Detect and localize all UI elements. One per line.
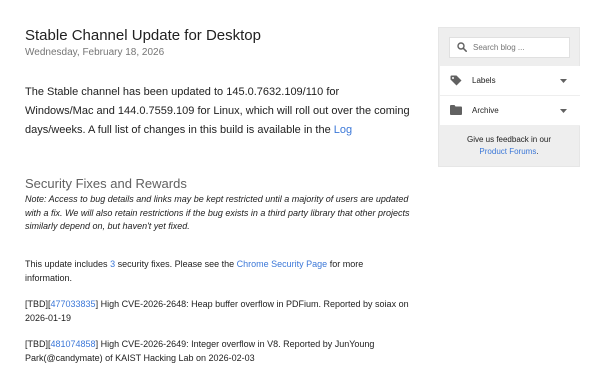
summary-middle: security fixes. Please see the bbox=[115, 259, 237, 269]
archive-label: Archive bbox=[472, 106, 499, 115]
archive-dropdown[interactable]: Archive bbox=[440, 96, 580, 126]
log-link[interactable]: Log bbox=[334, 124, 352, 136]
post-intro: The Stable channel has been updated to 1… bbox=[25, 83, 410, 140]
label-icon bbox=[450, 75, 462, 86]
security-summary: This update includes 3 security fixes. P… bbox=[25, 258, 410, 285]
feedback-text: Give us feedback in our bbox=[466, 135, 552, 144]
sidebar: Labels Archive Give us feedback in our P… bbox=[438, 27, 580, 167]
search-icon bbox=[457, 42, 467, 52]
chevron-down-icon bbox=[560, 109, 567, 113]
post-title[interactable]: Stable Channel Update for Desktop bbox=[25, 27, 261, 44]
chevron-down-icon bbox=[560, 79, 567, 83]
summary-prefix: This update includes bbox=[25, 259, 111, 269]
labels-label: Labels bbox=[472, 76, 496, 85]
security-fix-item: [TBD][481074858] High CVE-2026-2649: Int… bbox=[25, 338, 410, 365]
security-note: Note: Access to bug details and links ma… bbox=[25, 194, 410, 231]
fix-prefix: [TBD][ bbox=[25, 299, 51, 309]
bug-link[interactable]: 481074858 bbox=[51, 339, 96, 349]
chrome-security-page-link[interactable]: Chrome Security Page bbox=[237, 259, 328, 269]
search-input[interactable] bbox=[473, 40, 565, 55]
security-heading: Security Fixes and Rewards bbox=[25, 176, 187, 191]
feedback-end: . bbox=[536, 146, 539, 156]
product-forums-link[interactable]: Product Forums bbox=[479, 147, 536, 156]
security-fix-item: [TBD][477033835] High CVE-2026-2648: Hea… bbox=[25, 298, 410, 325]
search-box[interactable] bbox=[449, 37, 570, 58]
post-date: Wednesday, February 18, 2026 bbox=[25, 47, 165, 58]
folder-icon bbox=[450, 105, 462, 115]
fix-prefix: [TBD][ bbox=[25, 339, 51, 349]
feedback-block: Give us feedback in our Product Forums. bbox=[439, 134, 579, 157]
labels-dropdown[interactable]: Labels bbox=[440, 66, 580, 96]
bug-link[interactable]: 477033835 bbox=[51, 299, 96, 309]
